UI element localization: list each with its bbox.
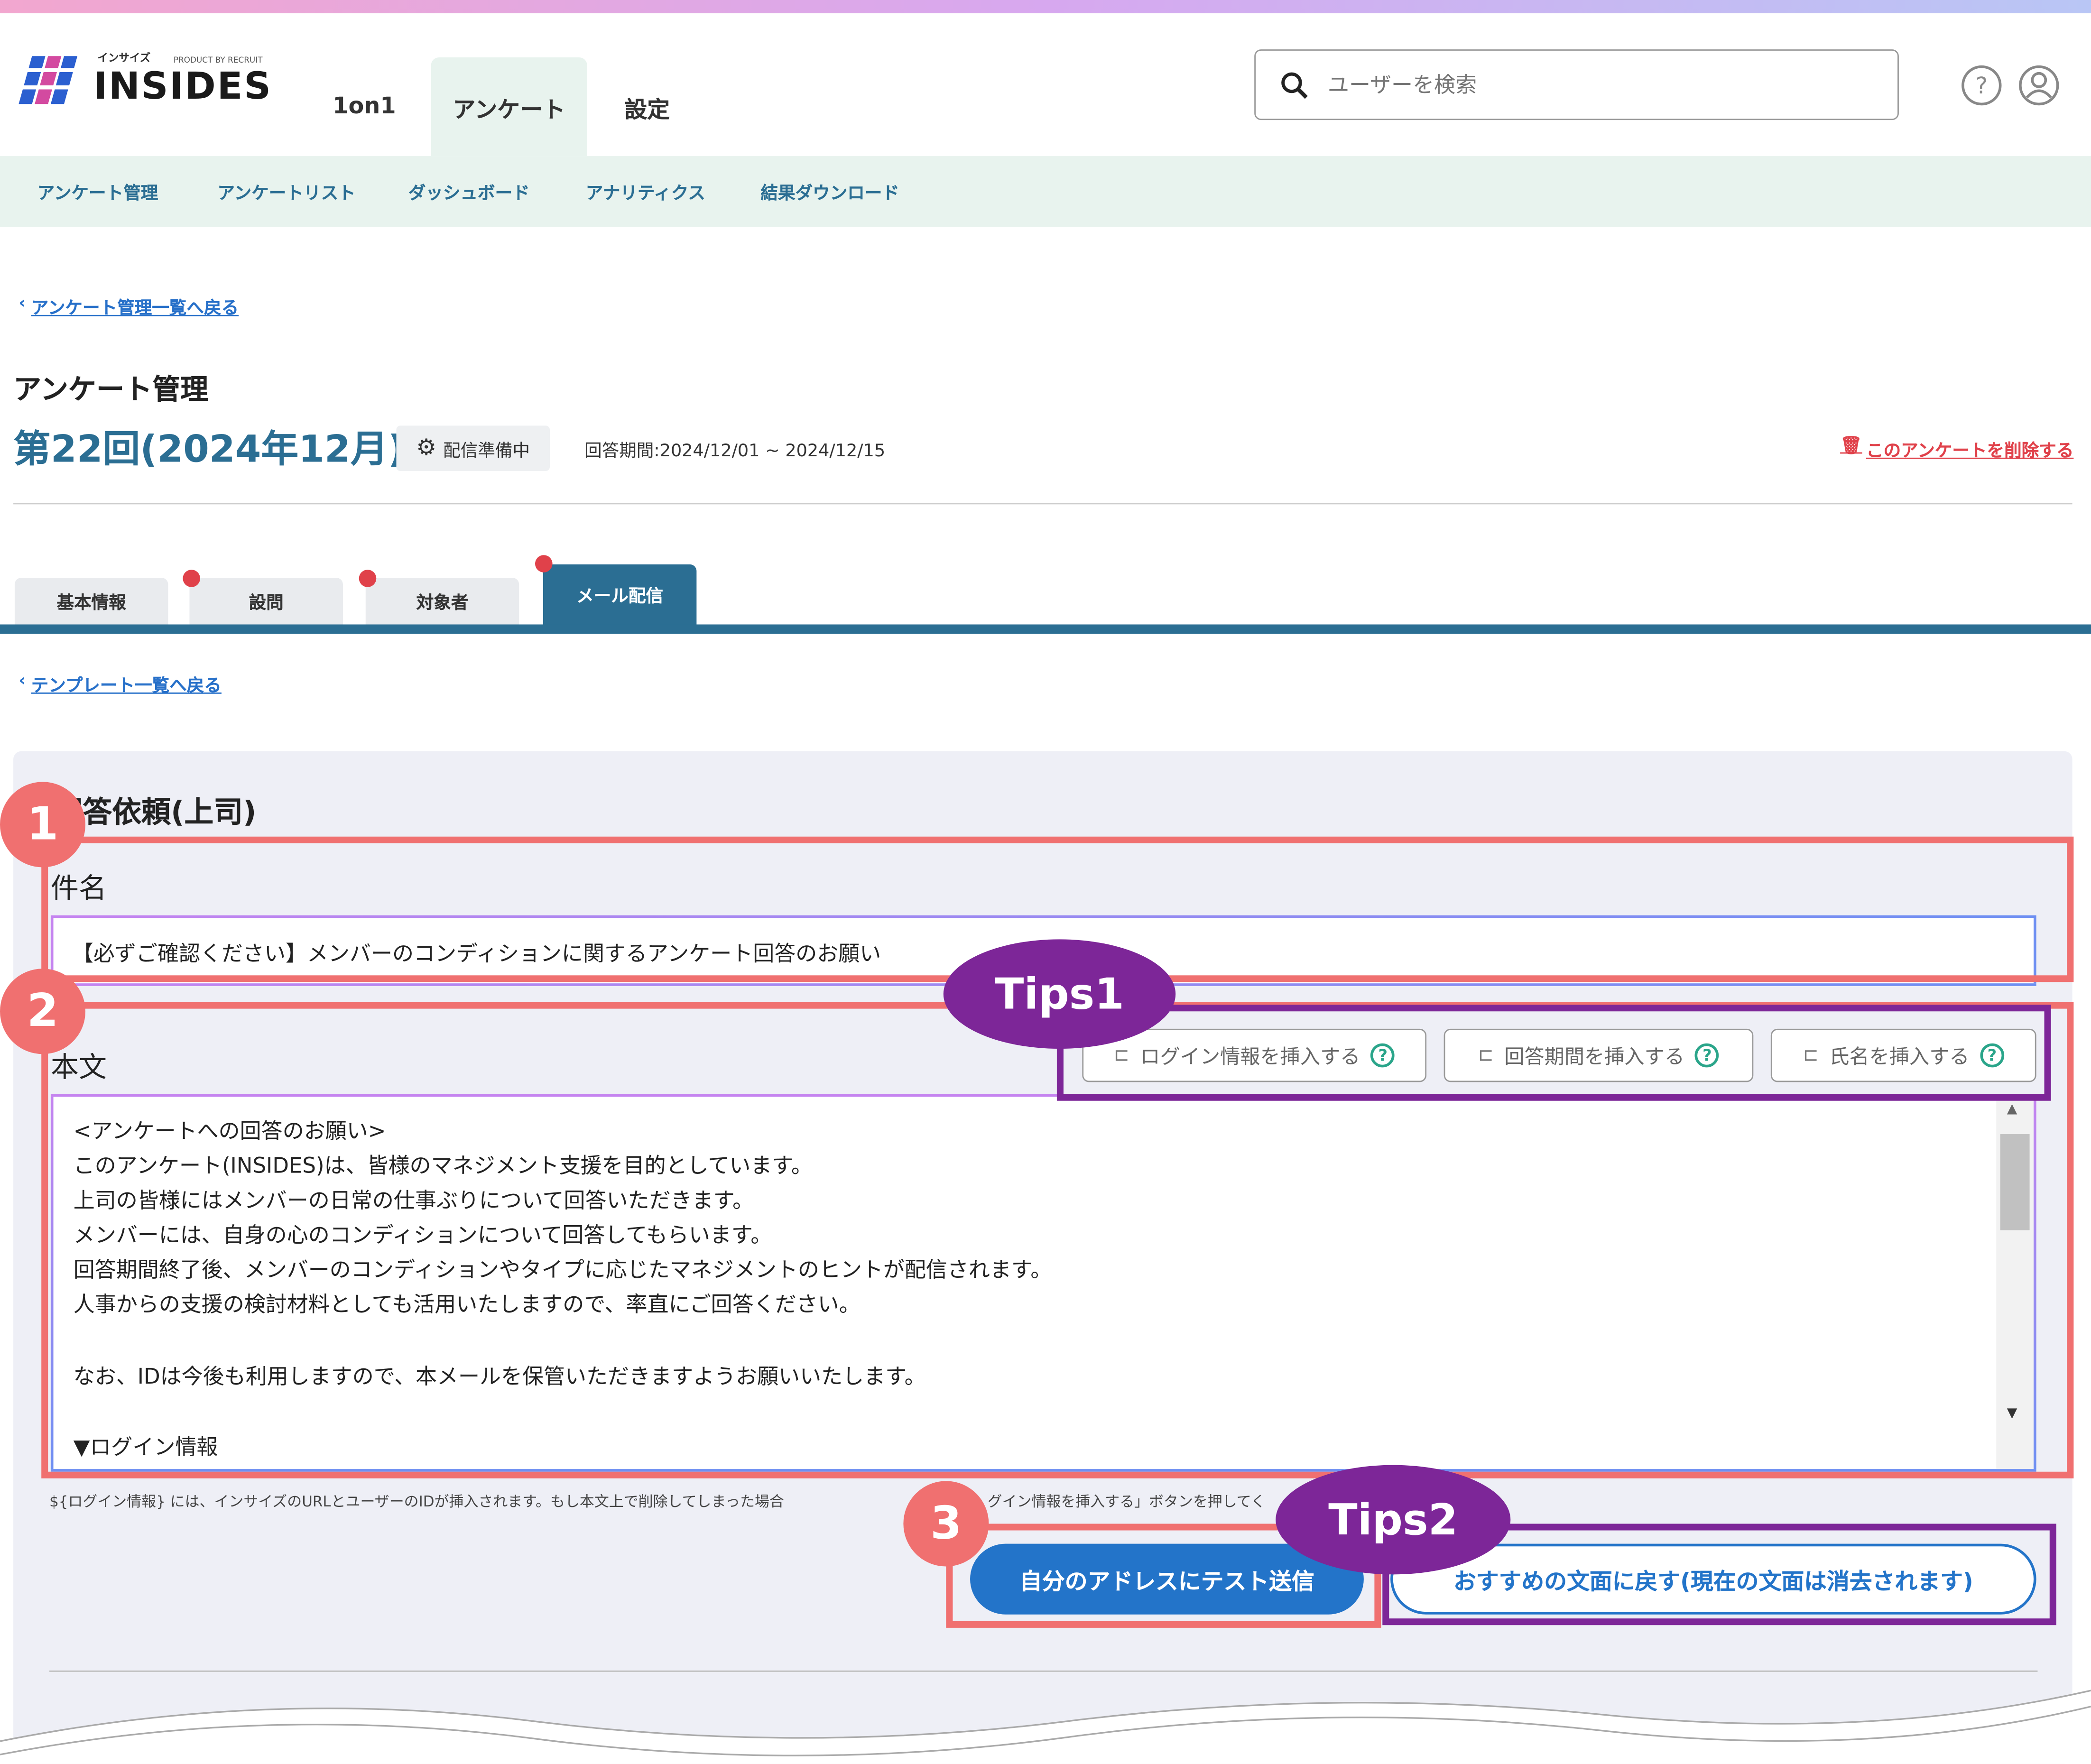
answer-period: 回答期間:2024/12/01 ~ 2024/12/15 <box>584 442 886 462</box>
bottom-divider <box>49 1670 2038 1672</box>
search-icon <box>1281 72 1308 98</box>
logo-kana: インサイズ <box>97 52 151 65</box>
delete-survey-link[interactable]: 🗑 このアンケートを削除する <box>1840 436 2073 462</box>
subnav-result-download[interactable]: 結果ダウンロード <box>760 156 899 227</box>
delete-link-label: このアンケートを削除する <box>1866 442 2074 462</box>
logo-text: INSIDES <box>93 64 272 108</box>
help-icon[interactable]: ? <box>1960 64 2003 107</box>
gradient-top-bar <box>0 0 2091 14</box>
login-info-hint: ${ログイン情報} には、インサイズのURLとユーザーのIDが挿入されます。もし… <box>49 1493 784 1511</box>
torn-edge <box>0 1690 2091 1764</box>
tab-underline <box>0 624 2091 634</box>
search-box[interactable] <box>1254 49 1899 120</box>
chevron-left-icon: ‹ <box>19 293 26 314</box>
subnav-dashboard[interactable]: ダッシュボード <box>408 156 530 227</box>
subnav-analytics[interactable]: アナリティクス <box>586 156 705 227</box>
survey-name: 第22回(2024年12月) <box>13 427 405 471</box>
chevron-left-icon: ‹ <box>19 671 26 692</box>
logo-mark-icon <box>19 56 86 104</box>
nav-tab-1on1[interactable]: 1on1 <box>317 57 411 156</box>
login-info-hint-tail: グイン情報を挿入する」ボタンを押してく <box>987 1493 1266 1511</box>
tab-mail-delivery[interactable]: メール配信 <box>543 564 697 625</box>
page-title: アンケート管理 <box>13 373 209 406</box>
tab-questions[interactable]: 設問 <box>189 578 343 625</box>
divider <box>13 503 2072 505</box>
alert-dot <box>183 570 200 587</box>
annotation-badge-2: 2 <box>0 969 86 1054</box>
svg-text:?: ? <box>1976 73 1988 99</box>
status-badge: ⚙ 配信準備中 <box>396 425 550 471</box>
back-to-list-link[interactable]: ‹ アンケート管理一覧へ戻る <box>19 294 239 319</box>
annotation-badge-3: 3 <box>903 1481 989 1567</box>
tab-targets[interactable]: 対象者 <box>365 578 519 625</box>
tab-basic-info[interactable]: 基本情報 <box>14 578 168 625</box>
gear-icon: ⚙ <box>416 435 437 462</box>
account-icon[interactable] <box>2017 64 2060 107</box>
tips2-callout: Tips2 <box>1276 1465 1511 1575</box>
status-label: 配信準備中 <box>443 441 530 461</box>
annotation-box-tips1 <box>1056 1005 2051 1101</box>
back-link-label: アンケート管理一覧へ戻る <box>31 299 239 319</box>
back-to-template-link[interactable]: ‹ テンプレート一覧へ戻る <box>19 671 222 696</box>
annotation-badge-1: 1 <box>0 782 86 868</box>
trash-icon: 🗑 <box>1840 436 1862 457</box>
subnav-survey-management[interactable]: アンケート管理 <box>37 156 158 227</box>
template-back-label: テンプレート一覧へ戻る <box>31 676 222 697</box>
subnav-survey-list[interactable]: アンケートリスト <box>218 156 356 227</box>
tips1-callout: Tips1 <box>943 939 1176 1049</box>
alert-dot <box>535 555 553 573</box>
nav-tab-settings[interactable]: 設定 <box>607 57 687 156</box>
alert-dot <box>359 570 377 587</box>
search-input[interactable] <box>1325 71 1838 99</box>
nav-tab-survey[interactable]: アンケート <box>431 57 587 157</box>
